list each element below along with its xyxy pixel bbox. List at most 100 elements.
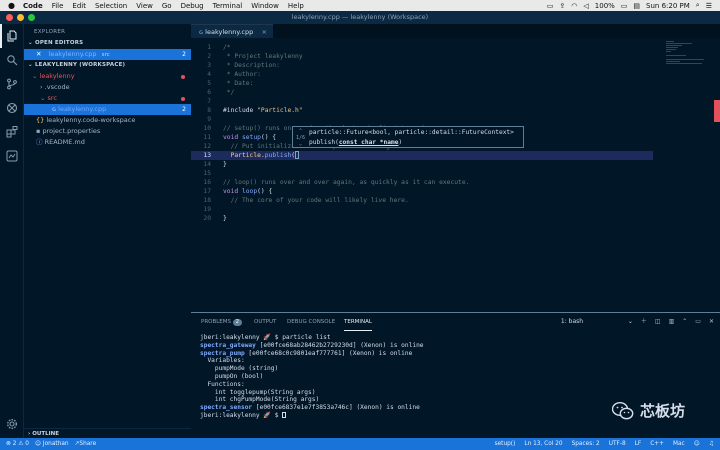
menu-edit[interactable]: Edit <box>72 2 86 10</box>
battery-icon[interactable]: ▭ <box>621 2 628 10</box>
close-window-button[interactable] <box>6 14 13 21</box>
tab-leakylenny-cpp[interactable]: ɢ leakylenny.cpp × <box>191 24 273 38</box>
tree-folder-vscode[interactable]: › .vscode <box>24 82 191 93</box>
menu-view[interactable]: View <box>136 2 153 10</box>
zoom-window-button[interactable] <box>28 14 35 21</box>
code-line[interactable]: 7 <box>191 97 653 106</box>
battery-percent[interactable]: 100% <box>595 2 615 10</box>
menu-help[interactable]: Help <box>288 2 304 10</box>
split-terminal-icon[interactable]: ◫ <box>655 313 661 331</box>
debug-icon[interactable] <box>0 96 24 120</box>
settings-gear-icon[interactable] <box>0 412 24 436</box>
volume-icon[interactable]: ◁ <box>583 2 588 10</box>
code-line[interactable]: 16 // loop() runs over and over again, as… <box>191 178 653 187</box>
outline-header[interactable]: › OUTLINE <box>24 428 191 438</box>
language-mode[interactable]: C++ <box>650 438 664 450</box>
source-control-icon[interactable] <box>0 72 24 96</box>
close-panel-icon[interactable]: ✕ <box>709 313 714 331</box>
code-line[interactable]: 15 <box>191 169 653 178</box>
menu-go[interactable]: Go <box>162 2 172 10</box>
code-line[interactable]: 5 * Date: <box>191 79 653 88</box>
tree-folder-leakylenny[interactable]: ⌄ leakylenny <box>24 71 191 82</box>
code-line[interactable]: 20} <box>191 214 653 223</box>
code-line[interactable]: 3 * Description: <box>191 61 653 70</box>
code-line[interactable]: 13 Particle.publish( <box>191 151 653 160</box>
notification-bell-icon[interactable]: ♫ <box>709 438 714 450</box>
add-terminal-icon[interactable]: ＋ <box>641 313 647 331</box>
smiley-feedback-icon[interactable]: ☺ <box>694 438 700 450</box>
close-tab-icon[interactable]: × <box>262 25 267 39</box>
wifi-icon[interactable]: ◠ <box>571 2 577 10</box>
line-ending[interactable]: LF <box>635 438 642 450</box>
code-line[interactable]: 4 * Author: <box>191 70 653 79</box>
code-editor[interactable]: 1/* 2 * Project leakylenny 3 * Description… <box>191 38 720 312</box>
particle-workbench-icon[interactable] <box>0 144 24 168</box>
code-token: * Description: <box>223 62 280 69</box>
maximize-panel-icon[interactable]: ▭ <box>695 313 701 331</box>
code-line[interactable]: 17 void loop() { <box>191 187 653 196</box>
code-line[interactable]: 8 #include "Particle.h" <box>191 106 653 115</box>
tree-file-leakylenny-cpp[interactable]: ɢ leakylenny.cpp 2 <box>24 104 191 115</box>
terminal-output[interactable]: jberi:leakylenny 🚀 $ particle list spectr… <box>200 334 424 420</box>
chevron-up-icon[interactable]: ⌃ <box>682 313 687 331</box>
encoding[interactable]: UTF-8 <box>609 438 626 450</box>
code-token: } <box>223 215 227 222</box>
spotlight-icon[interactable]: ⌕ <box>696 1 700 10</box>
open-editor-item[interactable]: ✕ leakylenny.cpp src 2 <box>24 49 191 60</box>
cursor-position[interactable]: Ln 13, Col 20 <box>524 438 562 450</box>
cast-icon[interactable]: ▭ <box>547 2 554 10</box>
tab-problems[interactable]: PROBLEMS 2 <box>201 313 242 331</box>
current-function[interactable]: setup() <box>495 438 516 450</box>
tab-terminal[interactable]: TERMINAL <box>344 313 372 331</box>
code-line[interactable]: 19 <box>191 205 653 214</box>
code-token: void <box>223 188 242 195</box>
menu-app[interactable]: Code <box>23 2 43 10</box>
warning-icon: ⚠ <box>18 441 24 447</box>
menu-window[interactable]: Window <box>251 2 279 10</box>
menu-list-icon[interactable]: ☰ <box>706 2 712 10</box>
code-token: // The core of your code will likely liv… <box>223 197 409 204</box>
live-share-button[interactable]: ↗Share <box>75 438 97 450</box>
code-line[interactable]: 6 */ <box>191 88 653 97</box>
tree-file-workspace[interactable]: {} leakylenny.code-workspace <box>24 115 191 126</box>
minimap[interactable] <box>666 40 706 70</box>
explorer-icon[interactable] <box>0 24 24 48</box>
code-line[interactable]: 14} <box>191 160 653 169</box>
search-icon[interactable] <box>0 48 24 72</box>
tab-debug-console[interactable]: DEBUG CONSOLE <box>287 313 335 331</box>
menu-debug[interactable]: Debug <box>181 2 204 10</box>
extensions-icon[interactable] <box>0 120 24 144</box>
menu-selection[interactable]: Selection <box>95 2 127 10</box>
live-share-user[interactable]: ☺ Jonathan <box>35 438 69 450</box>
trash-icon[interactable]: ▥ <box>669 313 675 331</box>
code-line[interactable]: 2 * Project leakylenny <box>191 52 653 61</box>
menu-file[interactable]: File <box>52 2 64 10</box>
flag-icon[interactable]: ▤ <box>633 2 640 10</box>
tree-file-properties[interactable]: ▪ project.properties <box>24 126 191 137</box>
signature-call: publish(const char *name) <box>309 139 403 146</box>
code-line[interactable]: 1 /* <box>191 43 653 52</box>
minimize-window-button[interactable] <box>17 14 24 21</box>
apple-icon[interactable]: ● <box>8 1 15 10</box>
open-editors-header[interactable]: ⌄ OPEN EDITORS <box>24 38 191 49</box>
tree-file-readme[interactable]: ⓘ README.md <box>24 137 191 148</box>
chevron-down-icon[interactable]: ⌄ <box>295 141 306 148</box>
indentation[interactable]: Spaces: 2 <box>572 438 600 450</box>
tree-folder-src[interactable]: ⌄ src <box>24 93 191 104</box>
tab-output[interactable]: OUTPUT <box>254 313 276 331</box>
code-token: () { <box>257 188 273 195</box>
chevron-down-icon: ⌄ <box>32 72 40 80</box>
upload-icon[interactable]: ⇪ <box>559 2 565 10</box>
terminal-cursor <box>282 411 287 418</box>
code-line[interactable]: 18 // The core of your code will likely … <box>191 196 653 205</box>
menu-terminal[interactable]: Terminal <box>213 2 243 10</box>
close-icon[interactable]: ✕ <box>36 50 44 58</box>
problems-indicator[interactable]: ⊗ 2 ⚠ 0 <box>6 438 29 450</box>
terminal-select[interactable]: 1: bash ⌄ <box>561 313 633 331</box>
platform[interactable]: Mac <box>673 438 685 450</box>
code-line[interactable]: 9 <box>191 115 653 124</box>
chevron-down-icon: ⌄ <box>28 62 35 68</box>
clock[interactable]: Sun 6:20 PM <box>646 2 690 10</box>
workspace-header[interactable]: ⌄ LEAKYLENNY (WORKSPACE) <box>24 60 191 71</box>
explorer-sidebar: EXPLORER ⌄ OPEN EDITORS ✕ leakylenny.cpp… <box>24 24 191 438</box>
